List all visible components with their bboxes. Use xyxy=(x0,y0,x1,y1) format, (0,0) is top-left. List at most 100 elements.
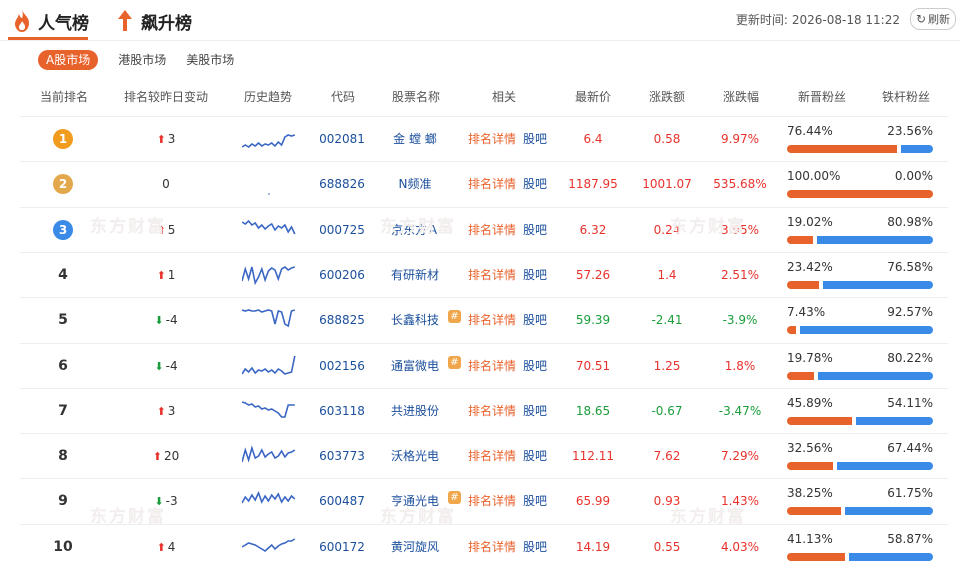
trend-sparkline[interactable] xyxy=(242,531,296,561)
rank-change: ⬆ 5 xyxy=(128,208,204,253)
up-arrow-icon: ⬆ xyxy=(152,450,162,464)
hot-topic-icon[interactable]: # xyxy=(448,310,461,324)
stock-code-link[interactable]: 688825 xyxy=(313,298,371,343)
stock-name-link[interactable]: N频准 xyxy=(382,162,448,207)
stock-bar-link[interactable]: 股吧 xyxy=(520,117,550,162)
header-price: 最新价 xyxy=(574,90,611,104)
rank-number: 4 xyxy=(58,266,68,283)
tab-label: 飙升榜 xyxy=(141,13,192,34)
market-tab-a-share[interactable]: A股市场 xyxy=(38,50,99,70)
change-percent: -3.9% xyxy=(722,313,758,328)
new-fans-bar xyxy=(787,145,897,153)
stock-code-link[interactable]: 603118 xyxy=(313,389,371,434)
core-fans-bar xyxy=(816,235,933,244)
core-fans-bar xyxy=(849,552,933,561)
new-fans-value: 23.42% xyxy=(787,259,833,274)
refresh-button[interactable]: ↻ 刷新 xyxy=(909,8,956,30)
stock-bar-link[interactable]: 股吧 xyxy=(520,253,550,298)
rank-change-value: 3 xyxy=(167,403,176,418)
trend-sparkline[interactable] xyxy=(242,214,296,244)
new-fans-bar xyxy=(787,416,852,425)
stock-code-link[interactable]: 688826 xyxy=(313,162,371,207)
new-fans-value: 100.00% xyxy=(787,169,841,184)
stock-bar-link[interactable]: 股吧 xyxy=(520,298,550,343)
rank-detail-link[interactable]: 排名详情 xyxy=(466,253,518,298)
new-fans-bar xyxy=(787,235,813,244)
stock-name-link[interactable]: 通富微电 xyxy=(382,344,448,389)
stock-code-link[interactable]: 600487 xyxy=(313,479,371,524)
stock-code-link[interactable]: 600172 xyxy=(313,525,371,570)
stock-bar-link[interactable]: 股吧 xyxy=(520,479,550,524)
rank-detail-link[interactable]: 排名详情 xyxy=(466,344,518,389)
core-fans-bar xyxy=(817,371,933,380)
hot-topic-icon[interactable]: # xyxy=(448,491,461,505)
trend-sparkline[interactable] xyxy=(242,123,296,153)
core-fans-value: 92.57% xyxy=(887,305,933,320)
rank-change-value: 5 xyxy=(167,222,176,237)
rank-change-value: 0 xyxy=(162,177,170,192)
stock-code-link[interactable]: 600206 xyxy=(313,253,371,298)
core-fans-bar xyxy=(844,507,933,516)
hot-topic-icon[interactable]: # xyxy=(448,355,461,369)
rank-change: ⬆ 1 xyxy=(128,253,204,298)
stock-name-link[interactable]: 黄河旋风 xyxy=(382,525,448,570)
stock-name-link[interactable]: 亨通光电 xyxy=(382,479,448,524)
latest-price: 1187.95 xyxy=(568,177,618,192)
rank-detail-link[interactable]: 排名详情 xyxy=(466,525,518,570)
new-fans-bar xyxy=(787,190,933,199)
stock-name-link[interactable]: 长鑫科技 xyxy=(382,298,448,343)
change-amount: 1001.07 xyxy=(642,177,692,192)
trend-sparkline[interactable] xyxy=(242,440,296,470)
trend-sparkline[interactable] xyxy=(242,304,296,334)
stock-name-link[interactable]: 有研新材 xyxy=(382,253,448,298)
stock-bar-link[interactable]: 股吧 xyxy=(520,434,550,479)
trend-sparkline[interactable] xyxy=(242,350,296,380)
flame-icon xyxy=(15,10,29,32)
stock-bar-link[interactable]: 股吧 xyxy=(520,162,550,207)
stock-bar-link[interactable]: 股吧 xyxy=(520,525,550,570)
latest-price: 57.26 xyxy=(575,267,611,282)
rank-detail-link[interactable]: 排名详情 xyxy=(466,208,518,253)
core-fans-value: 80.22% xyxy=(887,350,933,365)
update-value: 2026-08-18 11:22 xyxy=(791,13,900,27)
tab-popularity[interactable]: 人气榜 xyxy=(12,6,89,36)
tab-rising[interactable]: 飙升榜 xyxy=(115,6,192,36)
change-percent: 7.29% xyxy=(720,449,760,464)
trend-sparkline[interactable] xyxy=(242,395,296,425)
latest-price: 6.4 xyxy=(583,132,603,146)
stock-name-link[interactable]: 金 螳 螂 xyxy=(382,117,448,162)
change-percent: 1.43% xyxy=(720,494,760,509)
market-tab-hk[interactable]: 港股市场 xyxy=(118,50,166,70)
header-related: 相关 xyxy=(491,90,516,104)
rank-detail-link[interactable]: 排名详情 xyxy=(466,298,518,343)
trend-sparkline[interactable] xyxy=(242,168,296,198)
stock-code-link[interactable]: 603773 xyxy=(313,434,371,479)
stock-name-link[interactable]: 共进股份 xyxy=(382,389,448,434)
rank-detail-link[interactable]: 排名详情 xyxy=(466,434,518,479)
core-fans-value: 61.75% xyxy=(887,486,933,501)
rank-detail-link[interactable]: 排名详情 xyxy=(466,117,518,162)
rank-detail-link[interactable]: 排名详情 xyxy=(466,479,518,524)
tab-label: 人气榜 xyxy=(38,13,89,34)
rank-number: 9 xyxy=(58,493,68,510)
stock-code-link[interactable]: 000725 xyxy=(313,208,371,253)
stock-bar-link[interactable]: 股吧 xyxy=(520,344,550,389)
trend-sparkline[interactable] xyxy=(242,259,296,289)
change-amount: 1.4 xyxy=(657,267,677,282)
rank-detail-link[interactable]: 排名详情 xyxy=(466,389,518,434)
rank-detail-link[interactable]: 排名详情 xyxy=(466,162,518,207)
market-tab-us[interactable]: 美股市场 xyxy=(186,50,234,70)
latest-price: 112.11 xyxy=(572,449,614,464)
trend-sparkline[interactable] xyxy=(242,485,296,515)
stock-name-link[interactable]: 京东方Ａ xyxy=(382,208,448,253)
change-percent: -3.47% xyxy=(718,403,762,418)
stock-bar-link[interactable]: 股吧 xyxy=(520,208,550,253)
stock-code-link[interactable]: 002081 xyxy=(313,117,371,162)
stock-name-link[interactable]: 沃格光电 xyxy=(382,434,448,479)
stock-bar-link[interactable]: 股吧 xyxy=(520,389,550,434)
change-percent: 4.03% xyxy=(720,539,760,554)
stock-code-link[interactable]: 002156 xyxy=(313,344,371,389)
rank-number: 5 xyxy=(58,312,68,329)
table-row: 8 ⬆ 20 603773 沃格光电 排名详情 股吧 112.11 7.62 7.29% 32.56… xyxy=(20,433,948,479)
header-code: 代码 xyxy=(330,90,355,104)
